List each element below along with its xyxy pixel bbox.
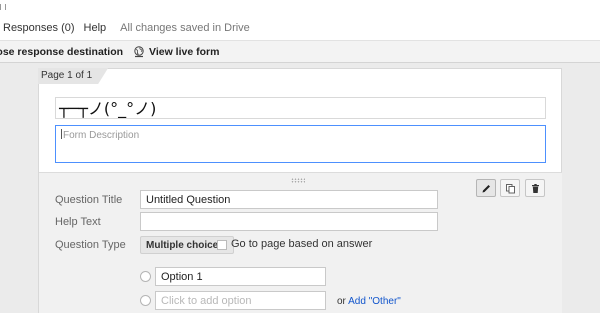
- go-to-page-label: Go to page based on answer: [231, 238, 373, 250]
- form-description-placeholder: Form Description: [63, 130, 140, 141]
- question-type-value: Multiple choice: [146, 239, 219, 251]
- help-text-label: Help Text: [55, 216, 101, 228]
- or-label: or: [337, 296, 346, 307]
- help-text-input[interactable]: [140, 212, 438, 231]
- edit-question-button[interactable]: [476, 179, 496, 197]
- add-other-text: or Add "Other": [337, 296, 401, 307]
- toolbar: oose response destination View live form: [0, 40, 600, 63]
- save-status: All changes saved in Drive: [120, 22, 250, 34]
- menu-item-help[interactable]: Help: [84, 22, 107, 34]
- menu-item-responses[interactable]: Responses (0): [3, 22, 75, 34]
- go-to-page-checkbox[interactable]: [217, 240, 227, 250]
- option-input[interactable]: Option 1: [155, 267, 326, 286]
- text-caret: [61, 129, 62, 139]
- question-title-label: Question Title: [55, 194, 123, 206]
- add-other-link[interactable]: Add "Other": [348, 296, 401, 307]
- choose-response-destination-button[interactable]: oose response destination: [0, 46, 123, 58]
- menu-edge-icon: [0, 4, 6, 10]
- option-radio-icon: [140, 271, 151, 282]
- trash-icon: [531, 183, 539, 193]
- view-live-form-label: View live form: [149, 45, 220, 58]
- question-type-label: Question Type: [55, 239, 126, 251]
- add-option-radio-icon: [140, 295, 151, 306]
- question-editor: Question Title Untitled Question Help Te…: [39, 172, 562, 313]
- menu-bar: Responses (0) Help All changes saved in …: [0, 19, 250, 37]
- add-option-input[interactable]: Click to add option: [155, 291, 326, 310]
- duplicate-icon: [505, 183, 515, 193]
- duplicate-question-button[interactable]: [500, 179, 520, 197]
- drag-handle-icon[interactable]: [291, 178, 305, 183]
- delete-question-button[interactable]: [525, 179, 545, 197]
- question-title-input[interactable]: Untitled Question: [140, 190, 438, 209]
- form-description-input[interactable]: Form Description: [55, 125, 546, 163]
- pencil-icon: [482, 184, 490, 192]
- form-title-input[interactable]: ┬─┬ノ(°_°ノ): [55, 97, 546, 119]
- view-live-form-button[interactable]: View live form: [133, 46, 219, 58]
- top-bar: Responses (0) Help All changes saved in …: [0, 0, 600, 40]
- globe-icon: [134, 45, 144, 57]
- page-tab: Page 1 of 1: [38, 68, 108, 84]
